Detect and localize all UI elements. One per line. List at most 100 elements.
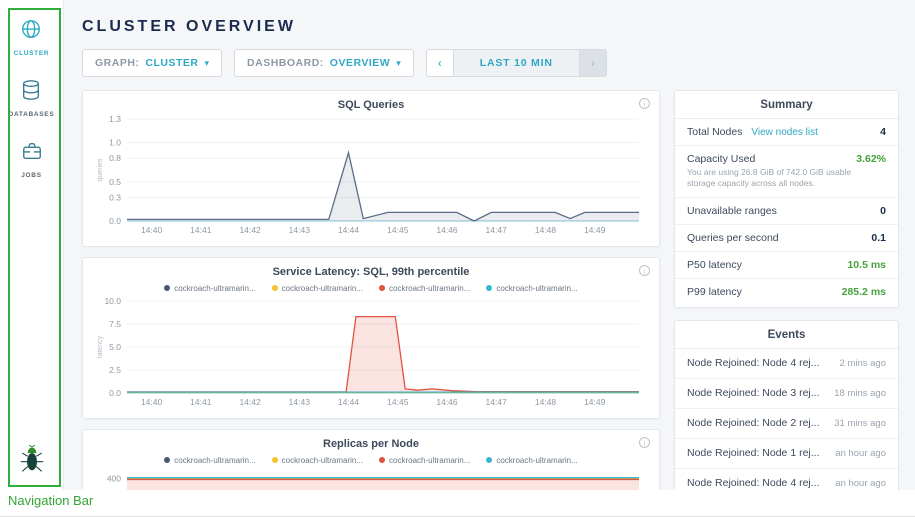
summary-row-p99-latency: P99 latency 285.2 ms	[675, 279, 898, 305]
event-time: an hour ago	[835, 478, 886, 489]
summary-row-unavailable-ranges: Unavailable ranges 0	[675, 198, 898, 225]
info-icon[interactable]	[639, 265, 650, 276]
summary-row-total-nodes: Total Nodes View nodes list 4	[675, 119, 898, 146]
event-row: Node Rejoined: Node 3 rej... 18 mins ago	[675, 379, 898, 409]
sidebar-item-databases[interactable]: DATABASES	[9, 79, 55, 118]
event-row: Node Rejoined: Node 4 rej... an hour ago	[675, 469, 898, 490]
summary-panel: Summary Total Nodes View nodes list 4 Ca…	[674, 90, 899, 308]
svg-text:latency: latency	[97, 335, 104, 358]
svg-text:queries: queries	[97, 158, 104, 181]
replicas-per-node-plot: 400	[93, 467, 649, 490]
summary-value: 3.62%	[856, 153, 886, 165]
view-nodes-list-link[interactable]: View nodes list	[751, 127, 818, 138]
summary-label: Capacity Used	[687, 153, 755, 165]
svg-text:5.0: 5.0	[109, 342, 121, 352]
event-time: 31 mins ago	[834, 418, 886, 429]
summary-label: Unavailable ranges	[687, 205, 777, 217]
svg-text:0.0: 0.0	[109, 216, 121, 226]
sidebar-item-jobs[interactable]: JOBS	[21, 140, 43, 179]
chart-card-sql-queries: SQL Queries 0.00.30.50.81.01.314:4014:41…	[82, 90, 660, 247]
legend-item[interactable]: cockroach-ultramarin...	[379, 283, 470, 293]
svg-text:10.0: 10.0	[104, 296, 121, 306]
event-text: Node Rejoined: Node 1 rej...	[687, 447, 820, 459]
cockroachdb-logo[interactable]	[19, 445, 45, 478]
summary-panel-title: Summary	[675, 91, 898, 119]
series-color-dot	[272, 457, 278, 463]
time-prev-button[interactable]	[426, 49, 454, 77]
svg-text:14:47: 14:47	[486, 397, 508, 407]
cockroachdb-admin-ui: CLUSTER DATABASES	[0, 0, 915, 490]
svg-text:14:49: 14:49	[584, 225, 606, 235]
legend-item[interactable]: cockroach-ultramarin...	[164, 283, 255, 293]
summary-label: P50 latency	[687, 259, 742, 271]
dashboard-dropdown-value: OVERVIEW	[330, 57, 390, 69]
svg-text:14:48: 14:48	[535, 397, 557, 407]
svg-text:0.0: 0.0	[109, 388, 121, 398]
svg-text:14:44: 14:44	[338, 225, 360, 235]
event-time: an hour ago	[835, 448, 886, 459]
databases-icon	[20, 79, 42, 106]
summary-value: 4	[880, 126, 886, 138]
svg-text:14:40: 14:40	[141, 225, 163, 235]
svg-text:14:42: 14:42	[239, 225, 261, 235]
annotation-label: Navigation Bar	[8, 493, 93, 508]
sidebar-item-label: DATABASES	[9, 111, 55, 118]
sidebar-item-label: CLUSTER	[14, 50, 50, 57]
graph-dropdown-label: GRAPH:	[95, 57, 139, 69]
series-color-dot	[164, 457, 170, 463]
svg-text:14:46: 14:46	[436, 397, 458, 407]
navigation-sidebar: CLUSTER DATABASES	[0, 0, 64, 490]
event-time: 2 mins ago	[840, 358, 886, 369]
series-color-dot	[486, 285, 492, 291]
charts-column: SQL Queries 0.00.30.50.81.01.314:4014:41…	[82, 90, 660, 490]
svg-text:0.8: 0.8	[109, 153, 121, 163]
summary-row-p50-latency: P50 latency 10.5 ms	[675, 252, 898, 279]
svg-text:2.5: 2.5	[109, 365, 121, 375]
series-color-dot	[379, 457, 385, 463]
svg-text:14:44: 14:44	[338, 397, 360, 407]
chart-title: SQL Queries	[93, 99, 649, 113]
legend-item[interactable]: cockroach-ultramarin...	[272, 283, 363, 293]
sidebar-item-cluster[interactable]: CLUSTER	[14, 18, 50, 57]
event-row: Node Rejoined: Node 4 rej... 2 mins ago	[675, 349, 898, 379]
dashboard-toolbar: GRAPH: CLUSTER DASHBOARD: OVERVIEW LAST …	[82, 49, 899, 77]
events-panel-title: Events	[675, 321, 898, 349]
svg-text:14:43: 14:43	[289, 397, 311, 407]
series-color-dot	[272, 285, 278, 291]
chevron-down-icon	[205, 59, 210, 68]
svg-text:14:46: 14:46	[436, 225, 458, 235]
legend-item[interactable]: cockroach-ultramarin...	[164, 455, 255, 465]
svg-text:14:41: 14:41	[190, 225, 212, 235]
series-color-dot	[379, 285, 385, 291]
series-color-dot	[164, 285, 170, 291]
svg-text:14:42: 14:42	[239, 397, 261, 407]
dashboard-dropdown[interactable]: DASHBOARD: OVERVIEW	[234, 49, 414, 77]
legend-item[interactable]: cockroach-ultramarin...	[272, 455, 363, 465]
event-text: Node Rejoined: Node 2 rej...	[687, 417, 820, 429]
summary-value: 10.5 ms	[847, 259, 886, 271]
graph-dropdown[interactable]: GRAPH: CLUSTER	[82, 49, 222, 77]
chart-card-service-latency: Service Latency: SQL, 99th percentile co…	[82, 257, 660, 419]
time-range-label[interactable]: LAST 10 MIN	[454, 49, 580, 77]
info-icon[interactable]	[639, 437, 650, 448]
event-time: 18 mins ago	[834, 388, 886, 399]
graph-dropdown-value: CLUSTER	[145, 57, 198, 69]
summary-value: 285.2 ms	[842, 286, 886, 298]
info-icon[interactable]	[639, 98, 650, 109]
time-next-button[interactable]	[580, 49, 607, 77]
dashboard-body: SQL Queries 0.00.30.50.81.01.314:4014:41…	[82, 90, 899, 490]
summary-label: Total Nodes	[687, 126, 742, 138]
svg-text:0.3: 0.3	[109, 193, 121, 203]
jobs-briefcase-icon	[21, 140, 43, 167]
capacity-note: You are using 26.8 GiB of 742.0 GiB usab…	[687, 167, 886, 190]
svg-text:14:49: 14:49	[584, 397, 606, 407]
time-range-selector: LAST 10 MIN	[426, 49, 607, 77]
legend-item[interactable]: cockroach-ultramarin...	[486, 283, 577, 293]
event-text: Node Rejoined: Node 4 rej...	[687, 477, 820, 489]
summary-label: Queries per second	[687, 232, 779, 244]
screenshot-root: CLUSTER DATABASES	[0, 0, 915, 517]
legend-item[interactable]: cockroach-ultramarin...	[379, 455, 470, 465]
svg-text:14:43: 14:43	[289, 225, 311, 235]
svg-text:14:47: 14:47	[486, 225, 508, 235]
legend-item[interactable]: cockroach-ultramarin...	[486, 455, 577, 465]
